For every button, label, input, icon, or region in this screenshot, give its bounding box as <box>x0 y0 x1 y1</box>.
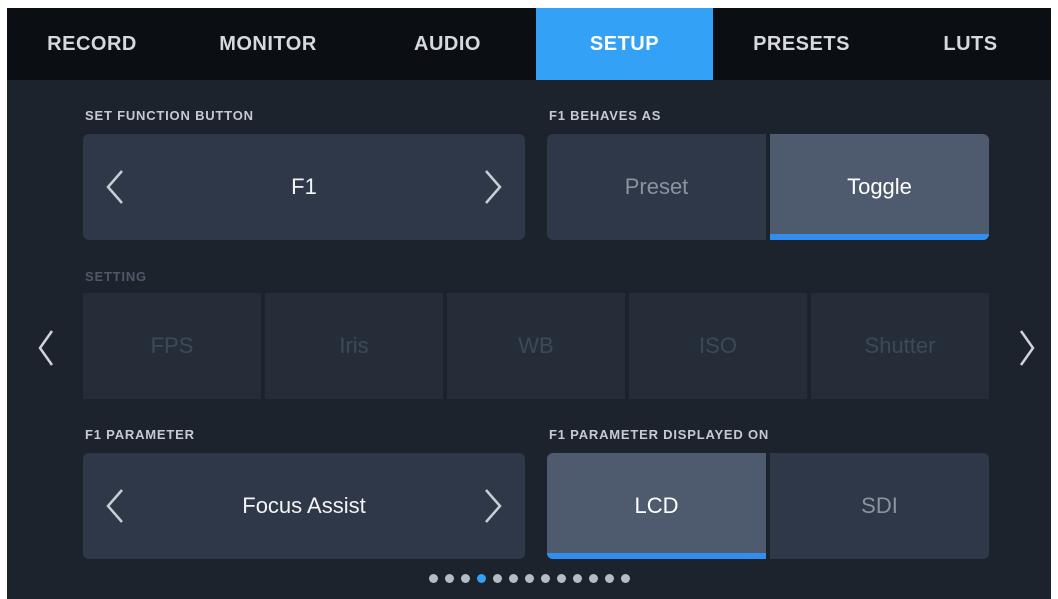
tab-setup[interactable]: SETUP <box>536 8 713 80</box>
page-dot[interactable] <box>620 574 630 583</box>
page-right-arrow-icon[interactable] <box>1012 318 1042 378</box>
setting-wb[interactable]: WB <box>447 293 625 399</box>
chevron-left-icon[interactable] <box>95 134 135 240</box>
page-dot[interactable] <box>508 574 518 583</box>
function-button-value: F1 <box>291 174 317 199</box>
chevron-right-icon[interactable] <box>473 453 513 559</box>
page-dot[interactable] <box>460 574 470 583</box>
tab-audio[interactable]: AUDIO <box>359 8 536 80</box>
displayed-on-label: F1 PARAMETER DISPLAYED ON <box>549 427 770 442</box>
displayed-on-selector: LCD SDI <box>547 453 989 559</box>
lcd-option-label: LCD <box>634 493 679 518</box>
page-dot[interactable] <box>444 574 454 583</box>
setting-iris[interactable]: Iris <box>265 293 443 399</box>
selected-underline <box>547 553 766 559</box>
tab-monitor[interactable]: MONITOR <box>177 8 359 80</box>
toggle-option-label: Toggle <box>847 174 912 199</box>
tab-luts[interactable]: LUTS <box>890 8 1051 80</box>
page-dot[interactable] <box>492 574 502 583</box>
page-dot[interactable] <box>588 574 598 583</box>
parameter-stepper: Focus Assist <box>83 453 525 559</box>
page-left-arrow-icon[interactable] <box>31 318 61 378</box>
setting-options: FPS Iris WB ISO Shutter <box>83 293 989 399</box>
preset-option[interactable]: Preset <box>547 134 766 240</box>
lcd-option[interactable]: LCD <box>547 453 766 559</box>
page-dot[interactable] <box>476 574 486 583</box>
setting-iso[interactable]: ISO <box>629 293 807 399</box>
tab-bar: RECORD MONITOR AUDIO SETUP PRESETS LUTS <box>7 8 1051 80</box>
setting-label: SETTING <box>85 269 147 284</box>
set-function-button-label: SET FUNCTION BUTTON <box>85 108 254 123</box>
page-dot[interactable] <box>556 574 566 583</box>
parameter-label: F1 PARAMETER <box>85 427 195 442</box>
page-dot[interactable] <box>524 574 534 583</box>
sdi-option[interactable]: SDI <box>770 453 989 559</box>
behaves-as-label: F1 BEHAVES AS <box>549 108 662 123</box>
chevron-left-icon[interactable] <box>95 453 135 559</box>
toggle-option[interactable]: Toggle <box>770 134 989 240</box>
setting-shutter[interactable]: Shutter <box>811 293 989 399</box>
setting-fps[interactable]: FPS <box>83 293 261 399</box>
function-button-stepper: F1 <box>83 134 525 240</box>
selected-underline <box>770 234 989 240</box>
page-dot[interactable] <box>604 574 614 583</box>
camera-setup-screen: RECORD MONITOR AUDIO SETUP PRESETS LUTS … <box>7 8 1051 599</box>
tab-presets[interactable]: PRESETS <box>713 8 890 80</box>
tab-record[interactable]: RECORD <box>7 8 177 80</box>
page-dot[interactable] <box>428 574 438 583</box>
behaves-as-selector: Preset Toggle <box>547 134 989 240</box>
page-dot[interactable] <box>540 574 550 583</box>
page-dot[interactable] <box>572 574 582 583</box>
parameter-value: Focus Assist <box>242 493 366 518</box>
page-indicator <box>7 574 1051 583</box>
chevron-right-icon[interactable] <box>473 134 513 240</box>
